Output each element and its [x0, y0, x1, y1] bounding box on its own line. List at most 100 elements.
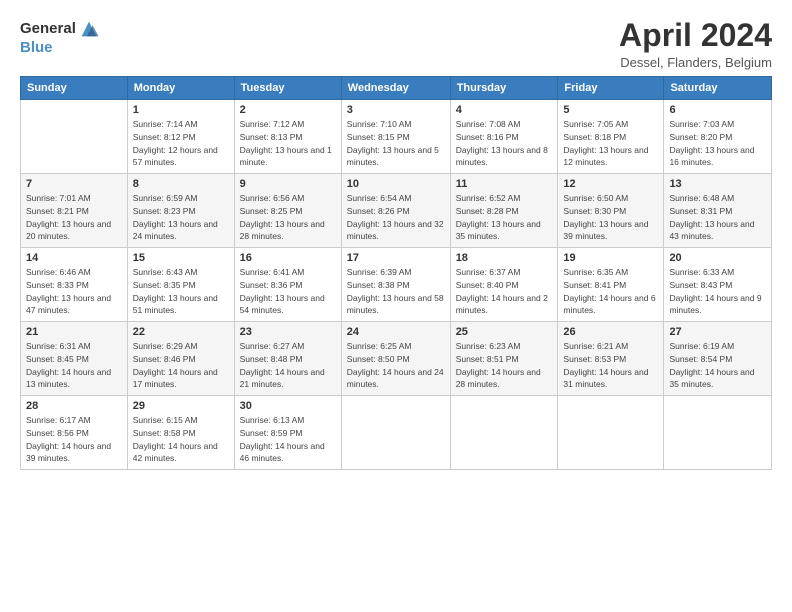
- calendar-cell: 12 Sunrise: 6:50 AMSunset: 8:30 PMDayligh…: [558, 174, 664, 248]
- day-detail: Sunrise: 7:01 AMSunset: 8:21 PMDaylight:…: [26, 192, 122, 243]
- day-detail: Sunrise: 6:43 AMSunset: 8:35 PMDaylight:…: [133, 266, 229, 317]
- calendar-cell: [664, 396, 772, 470]
- calendar-cell: 6Sunrise: 7:03 AMSunset: 8:20 PMDaylight…: [664, 100, 772, 174]
- header: General Blue April 2024 Dessel, Flanders…: [20, 18, 772, 70]
- month-title: April 2024: [619, 18, 772, 53]
- calendar-cell: 18 Sunrise: 6:37 AMSunset: 8:40 PMDayligh…: [450, 248, 558, 322]
- title-block: April 2024 Dessel, Flanders, Belgium: [619, 18, 772, 70]
- day-detail: Sunrise: 7:08 AMSunset: 8:16 PMDaylight:…: [456, 118, 553, 169]
- day-detail: Sunrise: 6:41 AMSunset: 8:36 PMDaylight:…: [240, 266, 336, 317]
- calendar-cell: 30Sunrise: 6:13 AMSunset: 8:59 PMDayligh…: [234, 396, 341, 470]
- weekday-header-monday: Monday: [127, 77, 234, 100]
- day-number: 16: [240, 252, 336, 264]
- day-number: 9: [240, 178, 336, 190]
- day-number: 25: [456, 326, 553, 338]
- weekday-header-wednesday: Wednesday: [341, 77, 450, 100]
- location: Dessel, Flanders, Belgium: [619, 55, 772, 70]
- day-number: 4: [456, 104, 553, 116]
- day-detail: Sunrise: 6:39 AMSunset: 8:38 PMDaylight:…: [347, 266, 445, 317]
- calendar-cell: 11 Sunrise: 6:52 AMSunset: 8:28 PMDayligh…: [450, 174, 558, 248]
- calendar-cell: 21 Sunrise: 6:31 AMSunset: 8:45 PMDayligh…: [21, 322, 128, 396]
- day-detail: Sunrise: 6:31 AMSunset: 8:45 PMDaylight:…: [26, 340, 122, 391]
- day-detail: Sunrise: 6:21 AMSunset: 8:53 PMDaylight:…: [563, 340, 658, 391]
- day-number: 22: [133, 326, 229, 338]
- day-number: 27: [669, 326, 766, 338]
- week-row-5: 28Sunrise: 6:17 AMSunset: 8:56 PMDayligh…: [21, 396, 772, 470]
- weekday-header-tuesday: Tuesday: [234, 77, 341, 100]
- day-number: 26: [563, 326, 658, 338]
- calendar-cell: 19Sunrise: 6:35 AMSunset: 8:41 PMDayligh…: [558, 248, 664, 322]
- calendar-cell: [558, 396, 664, 470]
- day-number: 29: [133, 400, 229, 412]
- day-number: 3: [347, 104, 445, 116]
- day-detail: Sunrise: 6:50 AMSunset: 8:30 PMDaylight:…: [563, 192, 658, 243]
- calendar-cell: 4 Sunrise: 7:08 AMSunset: 8:16 PMDaylight…: [450, 100, 558, 174]
- day-detail: Sunrise: 7:14 AMSunset: 8:12 PMDaylight:…: [133, 118, 229, 169]
- calendar-cell: 14 Sunrise: 6:46 AMSunset: 8:33 PMDayligh…: [21, 248, 128, 322]
- day-number: 15: [133, 252, 229, 264]
- calendar-cell: 17Sunrise: 6:39 AMSunset: 8:38 PMDayligh…: [341, 248, 450, 322]
- calendar-cell: 13 Sunrise: 6:48 AMSunset: 8:31 PMDayligh…: [664, 174, 772, 248]
- day-detail: Sunrise: 6:19 AMSunset: 8:54 PMDaylight:…: [669, 340, 766, 391]
- day-number: 18: [456, 252, 553, 264]
- day-number: 11: [456, 178, 553, 190]
- calendar-cell: 24 Sunrise: 6:25 AMSunset: 8:50 PMDayligh…: [341, 322, 450, 396]
- page: General Blue April 2024 Dessel, Flanders…: [0, 0, 792, 612]
- calendar-cell: 8 Sunrise: 6:59 AMSunset: 8:23 PMDaylight…: [127, 174, 234, 248]
- week-row-3: 14 Sunrise: 6:46 AMSunset: 8:33 PMDayligh…: [21, 248, 772, 322]
- day-number: 21: [26, 326, 122, 338]
- day-number: 20: [669, 252, 766, 264]
- day-number: 8: [133, 178, 229, 190]
- calendar-cell: 9 Sunrise: 6:56 AMSunset: 8:25 PMDaylight…: [234, 174, 341, 248]
- day-detail: Sunrise: 7:12 AMSunset: 8:13 PMDaylight:…: [240, 118, 336, 169]
- day-detail: Sunrise: 6:27 AMSunset: 8:48 PMDaylight:…: [240, 340, 336, 391]
- day-detail: Sunrise: 6:56 AMSunset: 8:25 PMDaylight:…: [240, 192, 336, 243]
- weekday-header-row: SundayMondayTuesdayWednesdayThursdayFrid…: [21, 77, 772, 100]
- day-detail: Sunrise: 6:59 AMSunset: 8:23 PMDaylight:…: [133, 192, 229, 243]
- day-detail: Sunrise: 6:46 AMSunset: 8:33 PMDaylight:…: [26, 266, 122, 317]
- day-detail: Sunrise: 6:25 AMSunset: 8:50 PMDaylight:…: [347, 340, 445, 391]
- calendar-cell: 3 Sunrise: 7:10 AMSunset: 8:15 PMDaylight…: [341, 100, 450, 174]
- calendar-cell: 5 Sunrise: 7:05 AMSunset: 8:18 PMDaylight…: [558, 100, 664, 174]
- day-number: 5: [563, 104, 658, 116]
- day-number: 10: [347, 178, 445, 190]
- calendar-cell: 10 Sunrise: 6:54 AMSunset: 8:26 PMDayligh…: [341, 174, 450, 248]
- calendar-cell: 27 Sunrise: 6:19 AMSunset: 8:54 PMDayligh…: [664, 322, 772, 396]
- day-detail: Sunrise: 6:17 AMSunset: 8:56 PMDaylight:…: [26, 414, 122, 465]
- day-number: 13: [669, 178, 766, 190]
- week-row-2: 7 Sunrise: 7:01 AMSunset: 8:21 PMDaylight…: [21, 174, 772, 248]
- day-number: 6: [669, 104, 766, 116]
- day-detail: Sunrise: 6:15 AMSunset: 8:58 PMDaylight:…: [133, 414, 229, 465]
- calendar-cell: [21, 100, 128, 174]
- day-number: 1: [133, 104, 229, 116]
- day-number: 24: [347, 326, 445, 338]
- day-detail: Sunrise: 6:13 AMSunset: 8:59 PMDaylight:…: [240, 414, 336, 465]
- calendar-cell: 23Sunrise: 6:27 AMSunset: 8:48 PMDayligh…: [234, 322, 341, 396]
- day-detail: Sunrise: 6:29 AMSunset: 8:46 PMDaylight:…: [133, 340, 229, 391]
- day-number: 12: [563, 178, 658, 190]
- day-detail: Sunrise: 7:05 AMSunset: 8:18 PMDaylight:…: [563, 118, 658, 169]
- day-number: 2: [240, 104, 336, 116]
- day-detail: Sunrise: 6:52 AMSunset: 8:28 PMDaylight:…: [456, 192, 553, 243]
- week-row-1: 1 Sunrise: 7:14 AMSunset: 8:12 PMDaylight…: [21, 100, 772, 174]
- day-detail: Sunrise: 7:10 AMSunset: 8:15 PMDaylight:…: [347, 118, 445, 169]
- calendar-cell: 22 Sunrise: 6:29 AMSunset: 8:46 PMDayligh…: [127, 322, 234, 396]
- calendar-cell: [450, 396, 558, 470]
- day-detail: Sunrise: 6:23 AMSunset: 8:51 PMDaylight:…: [456, 340, 553, 391]
- day-number: 14: [26, 252, 122, 264]
- day-number: 7: [26, 178, 122, 190]
- calendar-cell: 1 Sunrise: 7:14 AMSunset: 8:12 PMDaylight…: [127, 100, 234, 174]
- logo-text: General Blue: [20, 18, 100, 57]
- week-row-4: 21 Sunrise: 6:31 AMSunset: 8:45 PMDayligh…: [21, 322, 772, 396]
- day-detail: Sunrise: 6:33 AMSunset: 8:43 PMDaylight:…: [669, 266, 766, 317]
- logo: General Blue: [20, 18, 100, 57]
- day-detail: Sunrise: 6:35 AMSunset: 8:41 PMDaylight:…: [563, 266, 658, 317]
- day-detail: Sunrise: 6:48 AMSunset: 8:31 PMDaylight:…: [669, 192, 766, 243]
- calendar-cell: 25 Sunrise: 6:23 AMSunset: 8:51 PMDayligh…: [450, 322, 558, 396]
- calendar-cell: 20 Sunrise: 6:33 AMSunset: 8:43 PMDayligh…: [664, 248, 772, 322]
- weekday-header-friday: Friday: [558, 77, 664, 100]
- day-detail: Sunrise: 6:54 AMSunset: 8:26 PMDaylight:…: [347, 192, 445, 243]
- weekday-header-thursday: Thursday: [450, 77, 558, 100]
- calendar-cell: 28Sunrise: 6:17 AMSunset: 8:56 PMDayligh…: [21, 396, 128, 470]
- day-detail: Sunrise: 6:37 AMSunset: 8:40 PMDaylight:…: [456, 266, 553, 317]
